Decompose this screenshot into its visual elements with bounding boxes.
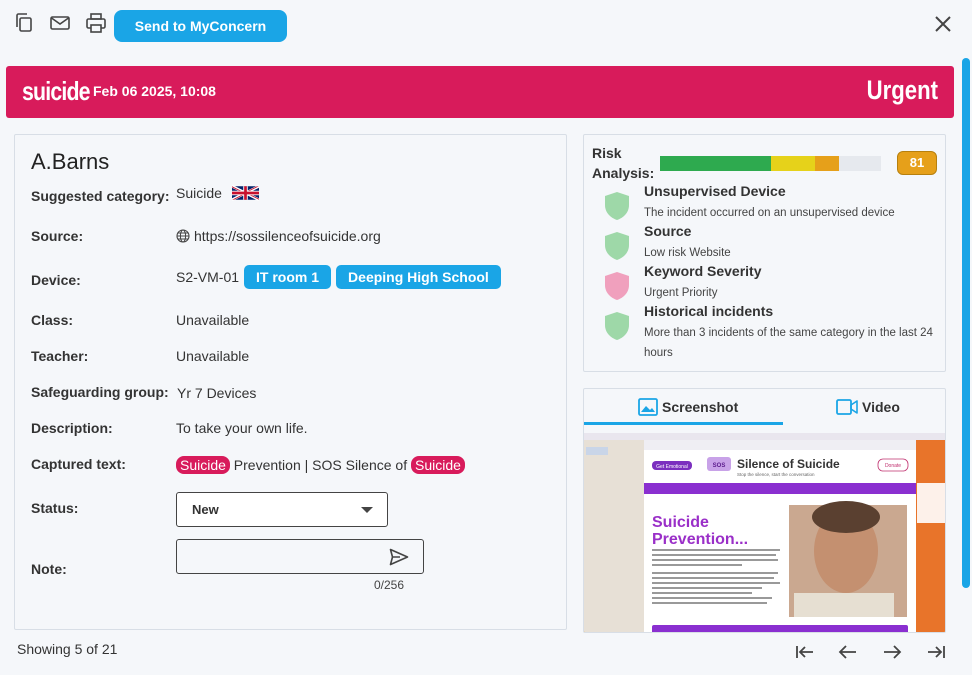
student-name: A.Barns	[31, 149, 110, 174]
risk-level-bar	[660, 156, 881, 171]
active-tab-indicator	[584, 422, 783, 425]
field-value: Suicide	[176, 185, 222, 201]
field-label: Captured text:	[31, 456, 126, 472]
media-panel: Screenshot Video Get Emotional SOS Silen…	[583, 388, 946, 633]
factor-description: The incident occurred on an unsupervised…	[644, 207, 895, 219]
field-label: Device:	[31, 272, 81, 288]
status-select[interactable]: New	[176, 492, 388, 527]
factor-title: Source	[644, 223, 692, 239]
captured-screenshot: Get Emotional SOS Silence of Suicide Sto…	[584, 433, 945, 632]
risk-title: Risk Analysis:	[592, 143, 654, 183]
incident-details-panel: A.Barns Suggested category: Suicide Sour…	[14, 134, 567, 630]
category-logo: suicide	[22, 76, 91, 106]
incident-date: Feb 06 2025, 10:08	[93, 83, 216, 99]
device-tag-room[interactable]: IT room 1	[244, 265, 332, 289]
field-label: Note:	[31, 561, 67, 577]
note-char-counter: 0/256	[374, 578, 405, 592]
field-label: Safeguarding group:	[31, 384, 169, 400]
site-heading-1: Suicide	[652, 514, 709, 531]
risk-score-badge: 81	[897, 151, 937, 175]
site-subtitle: Stop the silence, start the conversation	[737, 472, 815, 477]
keyword-highlight: Suicide	[411, 456, 465, 474]
previous-page-icon[interactable]	[837, 642, 859, 662]
factor-description: More than 3 incidents of the same catego…	[644, 327, 933, 359]
factor-title: Keyword Severity	[644, 263, 762, 279]
uk-flag-icon	[231, 185, 259, 201]
shield-icon	[605, 192, 629, 220]
first-page-icon[interactable]	[794, 642, 816, 662]
tab-video[interactable]: Video	[836, 389, 900, 425]
scrollbar[interactable]	[962, 58, 970, 588]
field-label: Status:	[31, 500, 79, 516]
tab-screenshot[interactable]: Screenshot	[638, 389, 738, 425]
field-label: Description:	[31, 420, 113, 436]
image-icon	[638, 398, 658, 416]
field-label: Suggested category:	[31, 188, 170, 204]
close-icon[interactable]	[932, 13, 954, 35]
site-donate: Donate	[885, 463, 901, 469]
send-icon[interactable]	[389, 548, 409, 566]
risk-analysis-panel: Risk Analysis: 81 Unsupervised Device Th…	[583, 134, 946, 372]
status-value: New	[192, 502, 219, 517]
risk-bar-high	[814, 156, 839, 171]
shield-icon	[605, 312, 629, 340]
field-label: Class:	[31, 312, 74, 328]
risk-bar-medium	[770, 156, 815, 171]
toolbar: Send to MyConcern	[0, 0, 972, 56]
field-value: Yr 7 Devices	[177, 385, 257, 401]
incident-banner: suicide Feb 06 2025, 10:08 Urgent	[6, 66, 954, 118]
site-heading-2: Prevention...	[652, 531, 748, 548]
note-input[interactable]	[176, 539, 424, 574]
copy-icon[interactable]	[13, 12, 35, 34]
last-page-icon[interactable]	[925, 642, 947, 662]
site-logo: SOS	[713, 463, 726, 469]
chevron-down-icon	[361, 507, 373, 513]
captured-text: Prevention | SOS Silence of	[229, 457, 411, 473]
risk-title-line2: Analysis:	[592, 165, 655, 181]
keyword-highlight: Suicide	[176, 456, 230, 474]
mail-icon[interactable]	[49, 12, 71, 34]
site-title: Silence of Suicide	[737, 457, 840, 471]
factor-title: Unsupervised Device	[644, 183, 786, 199]
factor-title: Historical incidents	[644, 303, 774, 319]
send-to-myconcern-button[interactable]: Send to MyConcern	[114, 10, 287, 42]
device-value: S2-VM-01	[176, 269, 240, 285]
tab-label: Video	[862, 399, 900, 415]
priority-label: Urgent	[866, 75, 938, 105]
source-link[interactable]: https://sossilenceofsuicide.org	[194, 228, 381, 244]
globe-icon	[176, 229, 190, 243]
factor-description: Low risk Website	[644, 247, 731, 259]
field-label: Source:	[31, 228, 84, 244]
factor-description: Urgent Priority	[644, 287, 718, 299]
field-label: Teacher:	[31, 348, 89, 364]
risk-bar-low	[660, 156, 771, 171]
video-icon	[836, 399, 858, 415]
field-value: Unavailable	[176, 348, 250, 364]
field-value: Unavailable	[176, 312, 250, 328]
print-icon[interactable]	[85, 12, 107, 34]
shield-icon	[605, 232, 629, 260]
pagination-status: Showing 5 of 21	[17, 641, 118, 657]
screenshot-image[interactable]: Get Emotional SOS Silence of Suicide Sto…	[584, 433, 945, 632]
shield-icon	[605, 272, 629, 300]
risk-title-line1: Risk	[592, 145, 622, 161]
next-page-icon[interactable]	[881, 642, 903, 662]
field-value: To take your own life.	[176, 420, 308, 436]
site-cta: Get Emotional	[656, 464, 688, 470]
device-tag-school[interactable]: Deeping High School	[336, 265, 501, 289]
tab-label: Screenshot	[662, 399, 739, 415]
